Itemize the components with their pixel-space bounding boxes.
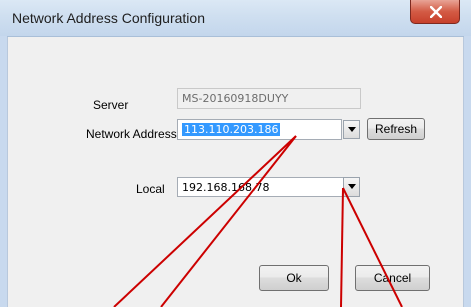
network-address-dropdown-button[interactable] — [343, 120, 360, 139]
local-label: Local — [136, 182, 165, 196]
refresh-button[interactable]: Refresh — [367, 118, 425, 140]
title-bar[interactable]: Network Address Configuration — [0, 0, 471, 37]
cancel-button-label: Cancel — [373, 271, 412, 285]
network-address-label: Network Address — [86, 127, 177, 141]
cancel-button[interactable]: Cancel — [355, 265, 430, 291]
local-value: 192.168.168.78 — [182, 181, 270, 194]
ok-button[interactable]: Ok — [259, 265, 329, 291]
window-frame-right — [464, 36, 471, 307]
window-title: Network Address Configuration — [12, 10, 205, 26]
local-dropdown-button[interactable] — [343, 177, 360, 197]
network-address-value: 113.110.203.186 — [182, 123, 281, 136]
local-combobox[interactable]: 192.168.168.78 — [177, 177, 344, 197]
network-address-combobox[interactable]: 113.110.203.186 — [177, 119, 342, 140]
server-field: MS-20160918DUYY — [177, 88, 361, 109]
window-frame-left — [0, 36, 7, 307]
ok-button-label: Ok — [286, 271, 302, 285]
refresh-button-label: Refresh — [374, 122, 418, 136]
close-x-icon — [430, 6, 442, 18]
dialog-window: Network Address Configuration Server MS-… — [0, 0, 471, 307]
server-value: MS-20160918DUYY — [182, 92, 289, 105]
server-label: Server — [93, 98, 129, 112]
close-button[interactable] — [410, 0, 460, 24]
chevron-down-icon — [348, 127, 356, 132]
chevron-down-icon — [348, 184, 356, 189]
